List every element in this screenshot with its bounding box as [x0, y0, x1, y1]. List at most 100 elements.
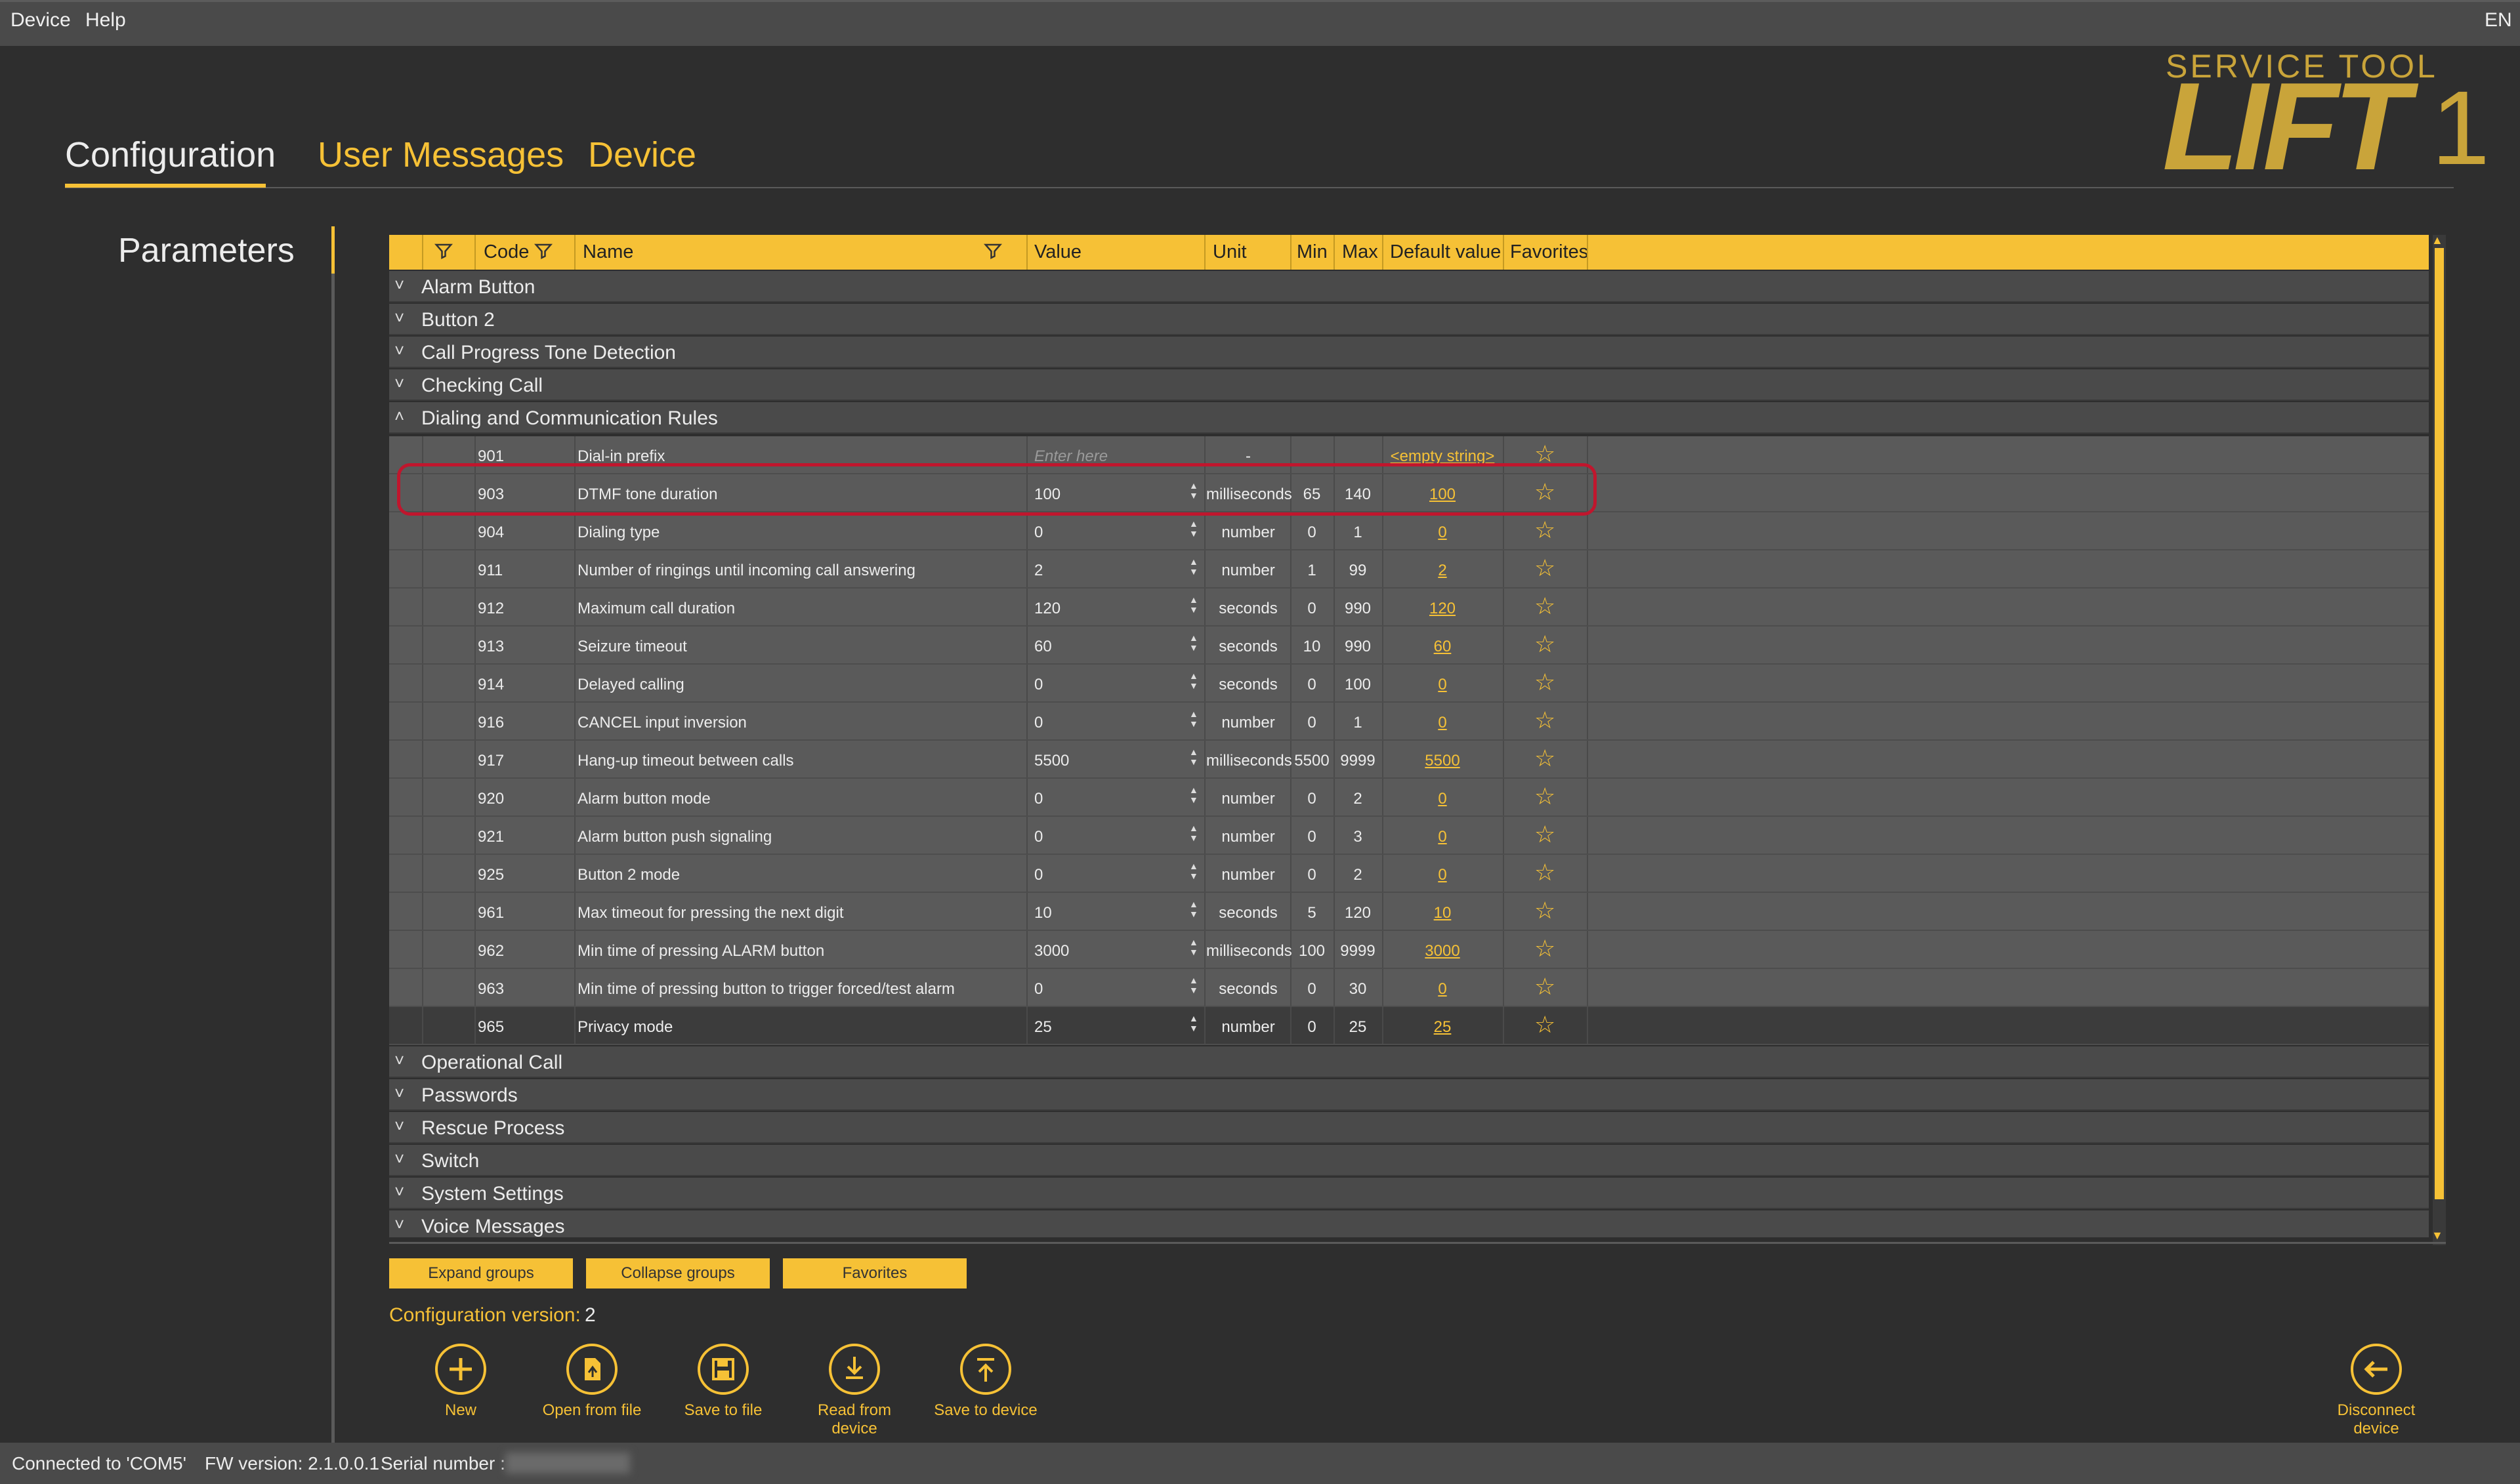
value-input[interactable]: 25: [1034, 1018, 1052, 1037]
table-row[interactable]: 904 Dialing type 0 ▲ ▼ number 0 1 0 ☆: [389, 512, 2429, 550]
chevron-icon[interactable]: ˅: [394, 1214, 404, 1235]
chevron-icon[interactable]: ˅: [394, 373, 404, 394]
value-input[interactable]: 10: [1034, 904, 1052, 922]
default-value-link[interactable]: 0: [1382, 980, 1503, 999]
spinner-icon[interactable]: ▲ ▼: [1189, 976, 1198, 995]
header-default-value[interactable]: Default value: [1390, 241, 1501, 263]
spinner-icon[interactable]: ▲ ▼: [1189, 519, 1198, 539]
group-row[interactable]: ˅ System Settings: [389, 1178, 2429, 1209]
default-value-link[interactable]: 10: [1382, 904, 1503, 922]
tab-user-messages[interactable]: User Messages: [318, 134, 564, 175]
header-unit[interactable]: Unit: [1213, 241, 1247, 263]
group-row[interactable]: ˅ Voice Messages: [389, 1210, 2429, 1237]
star-icon[interactable]: ☆: [1534, 518, 1555, 543]
value-input[interactable]: 2: [1034, 562, 1043, 580]
chevron-icon[interactable]: ˅: [394, 1050, 404, 1071]
star-icon[interactable]: ☆: [1534, 822, 1555, 847]
group-row[interactable]: ˅ Call Progress Tone Detection: [389, 337, 2429, 368]
default-value-link[interactable]: 0: [1382, 828, 1503, 846]
tab-configuration[interactable]: Configuration: [65, 134, 276, 175]
star-icon[interactable]: ☆: [1534, 784, 1555, 809]
table-row[interactable]: 920 Alarm button mode 0 ▲ ▼ number 0 2 0 ☆: [389, 779, 2429, 817]
group-row[interactable]: ˅ Button 2: [389, 304, 2429, 335]
chevron-icon[interactable]: ˅: [394, 1182, 404, 1202]
chevron-icon[interactable]: ˅: [394, 1116, 404, 1136]
read-from-device-button[interactable]: Read from device: [792, 1344, 917, 1438]
default-value-link[interactable]: 0: [1382, 524, 1503, 542]
group-row[interactable]: ˅ Rescue Process: [389, 1112, 2429, 1144]
star-icon[interactable]: ☆: [1534, 936, 1555, 961]
star-icon[interactable]: ☆: [1534, 594, 1555, 619]
spinner-icon[interactable]: ▲ ▼: [1189, 557, 1198, 577]
spinner-icon[interactable]: ▲ ▼: [1189, 595, 1198, 615]
spinner-icon[interactable]: ▲ ▼: [1189, 785, 1198, 805]
value-input[interactable]: 0: [1034, 790, 1043, 808]
table-row[interactable]: 916 CANCEL input inversion 0 ▲ ▼ number 0 1 0 ☆: [389, 703, 2429, 741]
save-to-file-button[interactable]: Save to file: [661, 1344, 786, 1420]
filter-icon[interactable]: [434, 241, 453, 266]
favorites-button[interactable]: Favorites: [783, 1258, 967, 1288]
chevron-icon[interactable]: ˅: [394, 1083, 404, 1103]
value-input[interactable]: 0: [1034, 828, 1043, 846]
group-row[interactable]: ˅ Switch: [389, 1145, 2429, 1176]
table-row[interactable]: 912 Maximum call duration 120 ▲ ▼ seconds 0 990…: [389, 588, 2429, 627]
default-value-link[interactable]: 0: [1382, 790, 1503, 808]
table-row[interactable]: 911 Number of ringings until incoming cal…: [389, 550, 2429, 588]
table-row[interactable]: 961 Max timeout for pressing the next dig…: [389, 893, 2429, 931]
value-input[interactable]: 120: [1034, 600, 1060, 618]
scrollbar-thumb[interactable]: [2435, 248, 2444, 1199]
menu-help[interactable]: Help: [85, 9, 126, 31]
table-row[interactable]: 965 Privacy mode 25 ▲ ▼ number 0 25 25 ☆: [389, 1007, 2429, 1045]
value-input[interactable]: 0: [1034, 714, 1043, 732]
header-max[interactable]: Max: [1342, 241, 1378, 263]
expand-groups-button[interactable]: Expand groups: [389, 1258, 573, 1288]
chevron-icon[interactable]: ˅: [394, 275, 404, 295]
group-row[interactable]: ˅ Passwords: [389, 1079, 2429, 1111]
collapse-groups-button[interactable]: Collapse groups: [586, 1258, 770, 1288]
header-favorites[interactable]: Favorites: [1510, 241, 1588, 263]
header-name[interactable]: Name: [583, 241, 633, 263]
group-row[interactable]: ˄ Dialing and Communication Rules: [389, 402, 2429, 434]
name-filter-icon[interactable]: [983, 241, 1003, 266]
chevron-icon[interactable]: ˄: [394, 406, 404, 426]
default-value-link[interactable]: 5500: [1382, 752, 1503, 770]
default-value-link[interactable]: 0: [1382, 676, 1503, 694]
star-icon[interactable]: ☆: [1534, 1012, 1555, 1037]
spinner-icon[interactable]: ▲ ▼: [1189, 709, 1198, 729]
tab-device[interactable]: Device: [588, 134, 696, 175]
default-value-link[interactable]: 120: [1382, 600, 1503, 618]
star-icon[interactable]: ☆: [1534, 974, 1555, 999]
value-input[interactable]: 0: [1034, 980, 1043, 999]
language-selector[interactable]: EN: [2485, 9, 2512, 31]
value-input[interactable]: 60: [1034, 638, 1052, 656]
default-value-link[interactable]: 3000: [1382, 942, 1503, 960]
star-icon[interactable]: ☆: [1534, 860, 1555, 885]
default-value-link[interactable]: 0: [1382, 714, 1503, 732]
code-filter-icon[interactable]: [534, 241, 553, 266]
spinner-icon[interactable]: ▲ ▼: [1189, 899, 1198, 919]
sidebar-item-parameters[interactable]: Parameters: [118, 231, 295, 270]
table-row[interactable]: 963 Min time of pressing button to trigge…: [389, 969, 2429, 1007]
star-icon[interactable]: ☆: [1534, 898, 1555, 923]
save-to-device-button[interactable]: Save to device: [923, 1344, 1048, 1420]
star-icon[interactable]: ☆: [1534, 670, 1555, 695]
header-code[interactable]: Code: [484, 241, 529, 263]
spinner-icon[interactable]: ▲ ▼: [1189, 861, 1198, 881]
chevron-icon[interactable]: ˅: [394, 340, 404, 361]
table-row[interactable]: 913 Seizure timeout 60 ▲ ▼ seconds 10 990 60 ☆: [389, 627, 2429, 665]
spinner-icon[interactable]: ▲ ▼: [1189, 747, 1198, 767]
menu-device[interactable]: Device: [10, 9, 71, 31]
spinner-icon[interactable]: ▲ ▼: [1189, 671, 1198, 691]
star-icon[interactable]: ☆: [1534, 556, 1555, 581]
value-input[interactable]: 5500: [1034, 752, 1069, 770]
value-input[interactable]: 0: [1034, 866, 1043, 884]
header-value[interactable]: Value: [1034, 241, 1082, 263]
value-input[interactable]: 0: [1034, 524, 1043, 542]
spinner-icon[interactable]: ▲ ▼: [1189, 1014, 1198, 1033]
default-value-link[interactable]: 60: [1382, 638, 1503, 656]
new-button[interactable]: New: [398, 1344, 523, 1420]
star-icon[interactable]: ☆: [1534, 746, 1555, 771]
default-value-link[interactable]: 25: [1382, 1018, 1503, 1037]
default-value-link[interactable]: 2: [1382, 562, 1503, 580]
table-row[interactable]: 925 Button 2 mode 0 ▲ ▼ number 0 2 0 ☆: [389, 855, 2429, 893]
